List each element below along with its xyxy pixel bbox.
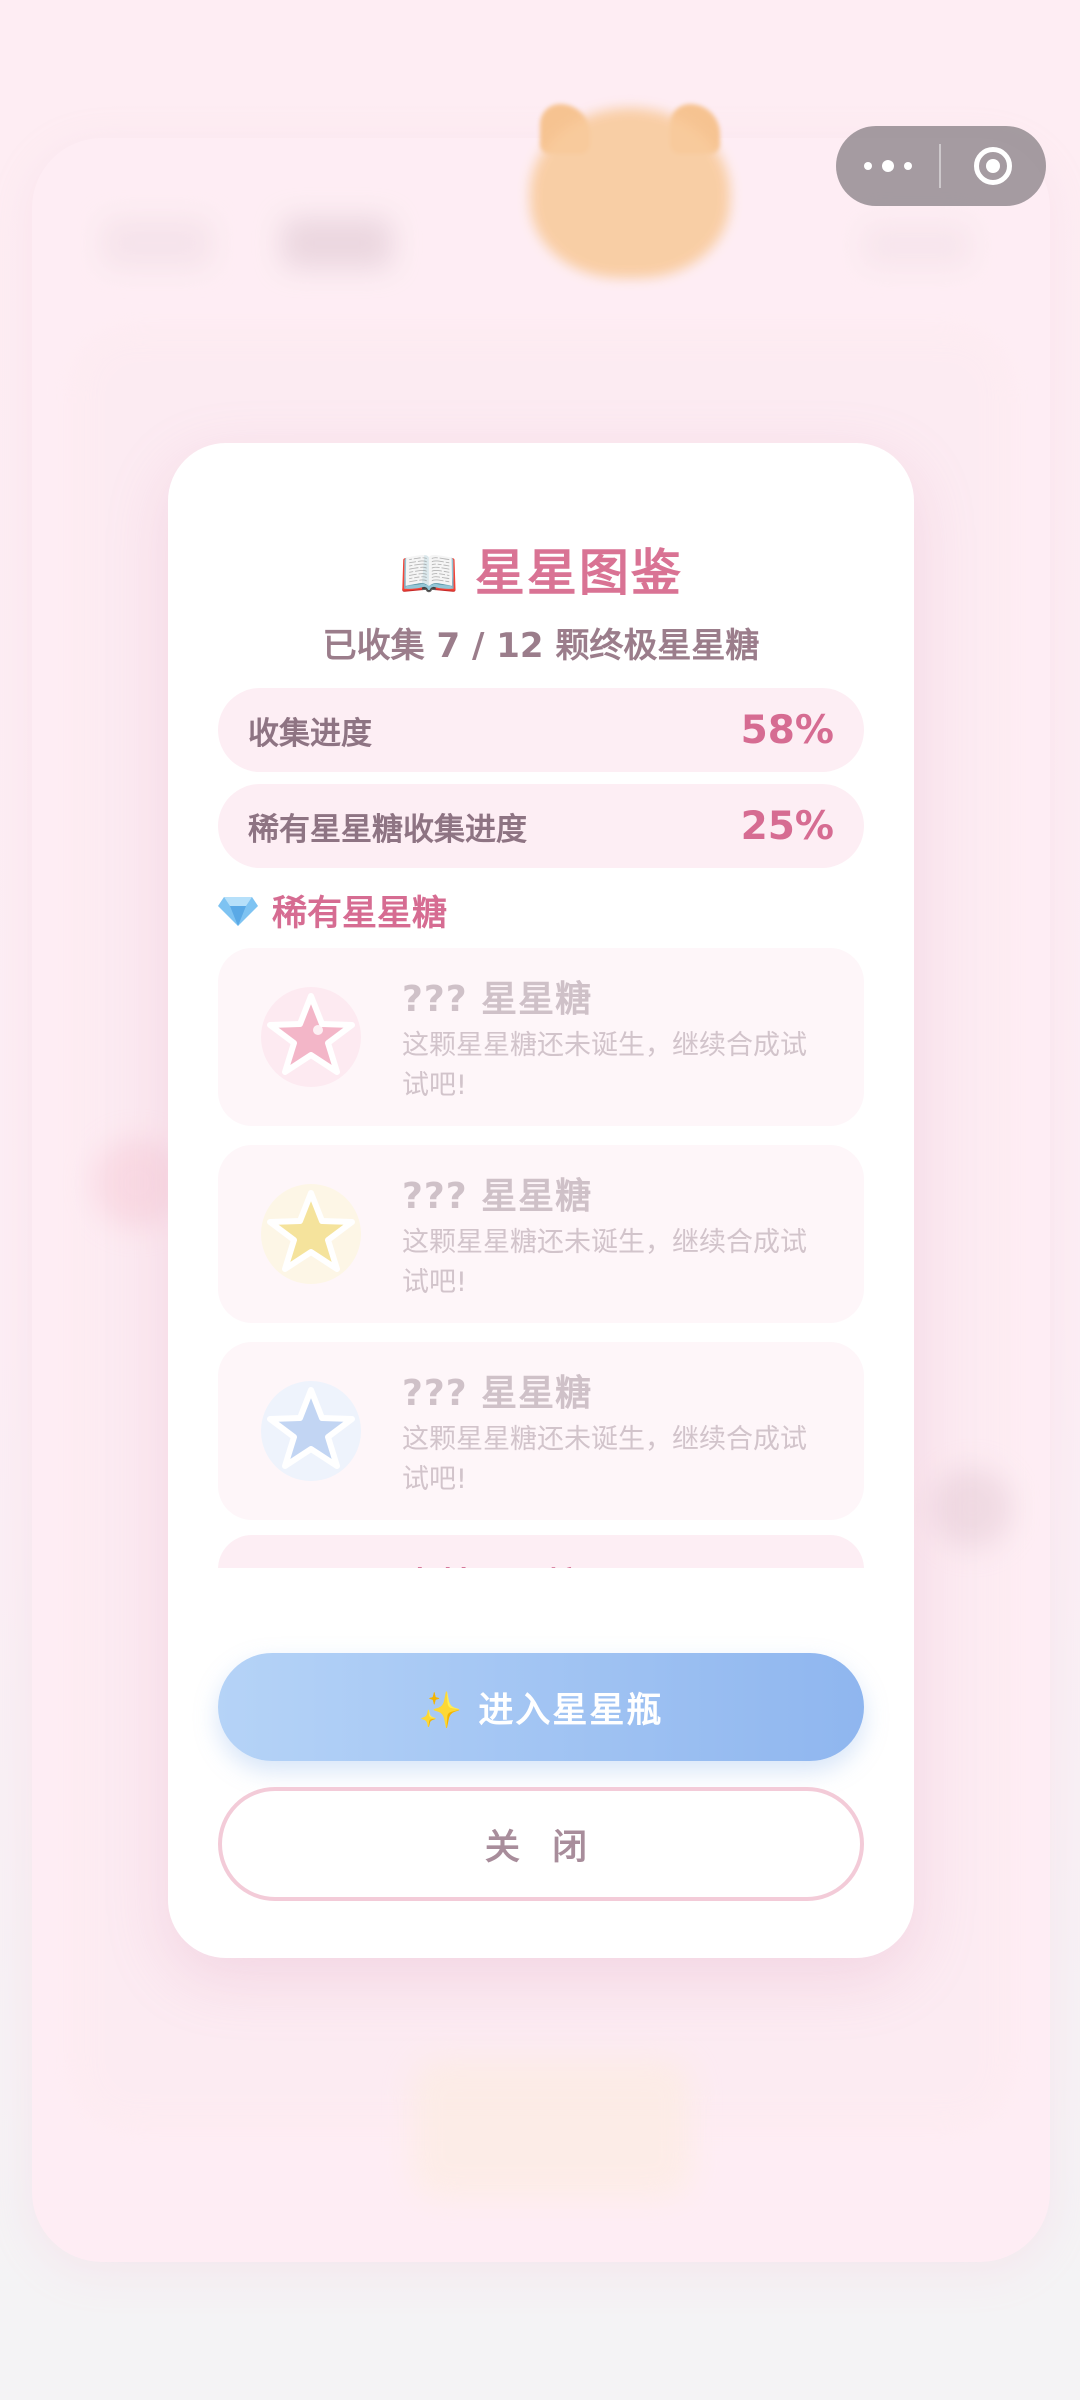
candy-card-partial[interactable]: 森林星星糖 [218,1535,864,1568]
progress-label: 收集进度 [248,715,372,752]
candy-name: ??? 星星糖 [402,1176,593,1217]
candy-name: ??? 星星糖 [402,979,593,1020]
close-button[interactable]: 关 闭 [218,1787,864,1901]
collection-progress-row: 收集进度 58% [218,688,864,772]
star-collection-modal: 📖 星星图鉴 已收集 7 / 12 颗终极星星糖 收集进度 58% 稀有星星糖收集… [168,443,914,1958]
candy-list[interactable]: ??? 星星糖 这颗星星糖还未诞生，继续合成试试吧! ??? 星星糖 这颗星星糖… [218,948,864,1568]
open-book-icon: 📖 [399,546,461,602]
candy-card[interactable]: ??? 星星糖 这颗星星糖还未诞生，继续合成试试吧! [218,1342,864,1520]
rare-section-title: 稀有星星糖 [218,885,447,936]
miniprogram-capsule [836,126,1046,206]
section-title-text: 稀有星星糖 [272,894,448,934]
candy-description: 这颗星星糖还未诞生，继续合成试试吧! [402,1030,807,1101]
blue-star-icon [261,1381,361,1481]
candy-description: 这颗星星糖还未诞生，继续合成试试吧! [402,1227,807,1298]
candy-card[interactable]: ??? 星星糖 这颗星星糖还未诞生，继续合成试试吧! [218,1145,864,1323]
modal-title: 📖 星星图鉴 [168,533,914,605]
rare-progress-row: 稀有星星糖收集进度 25% [218,784,864,868]
target-close-icon[interactable] [941,126,1044,206]
enter-star-jar-button[interactable]: ✨ 进入星星瓶 [218,1653,864,1761]
progress-value: 58% [740,707,834,753]
pink-star-icon [261,987,361,1087]
collection-summary: 已收集 7 / 12 颗终极星星糖 [322,626,760,666]
progress-label: 稀有星星糖收集进度 [248,811,527,848]
more-dots-icon[interactable] [836,126,939,206]
progress-value: 25% [740,803,834,849]
candy-name: ??? 星星糖 [402,1373,593,1414]
candy-description: 这颗星星糖还未诞生，继续合成试试吧! [402,1424,807,1495]
yellow-star-icon [261,1184,361,1284]
modal-title-text: 星星图鉴 [474,544,683,602]
gem-icon [218,896,258,926]
candy-name: 森林星星糖 [402,1557,582,1568]
candy-card[interactable]: ??? 星星糖 这颗星星糖还未诞生，继续合成试试吧! [218,948,864,1126]
